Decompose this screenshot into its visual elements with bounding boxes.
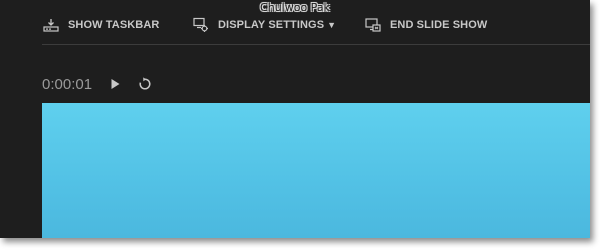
current-slide-preview[interactable] bbox=[42, 103, 590, 238]
display-settings-button[interactable]: DISPLAY SETTINGS ▼ bbox=[192, 16, 336, 34]
show-taskbar-button[interactable]: SHOW TASKBAR bbox=[42, 16, 159, 34]
restart-timer-button[interactable] bbox=[136, 75, 154, 93]
end-slideshow-icon bbox=[364, 16, 382, 34]
presenter-view-window: Chulwoo Pak SHOW TASKBAR DISPLAY SETTING… bbox=[0, 0, 590, 238]
show-taskbar-label: SHOW TASKBAR bbox=[68, 19, 160, 31]
elapsed-timer: 0:00:01 bbox=[42, 75, 93, 93]
toolbar-divider bbox=[42, 44, 590, 45]
display-settings-label: DISPLAY SETTINGS bbox=[218, 19, 325, 31]
play-icon bbox=[111, 79, 120, 89]
end-slide-show-label: END SLIDE SHOW bbox=[390, 19, 488, 31]
play-button[interactable] bbox=[106, 75, 124, 93]
taskbar-icon bbox=[42, 16, 60, 34]
end-slide-show-button[interactable]: END SLIDE SHOW bbox=[364, 16, 487, 34]
presenter-toolbar: SHOW TASKBAR DISPLAY SETTINGS ▼ END SLID… bbox=[0, 10, 590, 40]
chevron-down-icon: ▼ bbox=[327, 20, 337, 30]
display-settings-icon bbox=[192, 16, 210, 34]
window-title: Chulwoo Pak bbox=[260, 1, 330, 14]
slide-controls: 0:00:01 bbox=[42, 74, 166, 94]
restart-icon bbox=[139, 77, 151, 90]
